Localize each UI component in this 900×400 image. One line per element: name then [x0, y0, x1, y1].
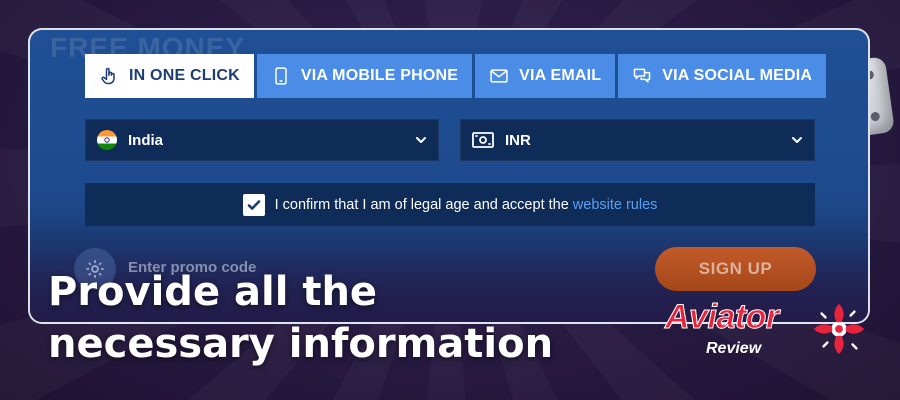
tab-social-media-label: VIA SOCIAL MEDIA — [662, 67, 813, 84]
currency-value: INR — [505, 131, 531, 149]
headline-line-1: Provide all the — [48, 269, 378, 315]
registration-tabs: IN ONE CLICK VIA MOBILE PHONE VIA EMAIL … — [85, 54, 827, 98]
tab-mobile-phone-label: VIA MOBILE PHONE — [300, 67, 459, 84]
country-value: India — [128, 131, 164, 149]
tab-one-click[interactable]: IN ONE CLICK — [85, 54, 254, 98]
age-confirm-checkbox[interactable] — [242, 193, 265, 216]
checkmark-icon — [247, 199, 260, 210]
country-select[interactable]: India — [85, 119, 439, 161]
age-confirmation-row: I confirm that I am of legal age and acc… — [85, 183, 815, 226]
tab-social-media[interactable]: VIA SOCIAL MEDIA — [618, 54, 827, 98]
propeller-icon — [813, 303, 865, 355]
tab-one-click-label: IN ONE CLICK — [129, 67, 240, 84]
tab-email-label: VIA EMAIL — [519, 67, 602, 84]
chat-bubbles-icon — [634, 68, 651, 83]
banknote-icon — [472, 132, 494, 148]
headline-line-2: necessary information — [48, 321, 554, 367]
chevron-down-icon — [416, 137, 426, 143]
logo-wordmark: Aviator — [665, 298, 780, 337]
logo-subtitle: Review — [706, 340, 762, 357]
aviator-review-logo: Aviator Review — [665, 298, 875, 368]
chevron-down-icon — [792, 137, 802, 143]
tab-mobile-phone[interactable]: VIA MOBILE PHONE — [256, 54, 473, 98]
mobile-phone-icon — [275, 67, 287, 85]
sign-up-button[interactable]: SIGN UP — [655, 247, 816, 291]
currency-select[interactable]: INR — [460, 119, 815, 161]
india-flag-icon — [97, 130, 117, 150]
tab-email[interactable]: VIA EMAIL — [475, 54, 616, 98]
age-confirm-text: I confirm that I am of legal age and acc… — [274, 196, 569, 213]
envelope-icon — [490, 69, 508, 83]
website-rules-link[interactable]: website rules — [573, 197, 658, 213]
pointer-hand-icon — [101, 67, 115, 85]
headline: Provide all the necessary information — [48, 266, 553, 370]
